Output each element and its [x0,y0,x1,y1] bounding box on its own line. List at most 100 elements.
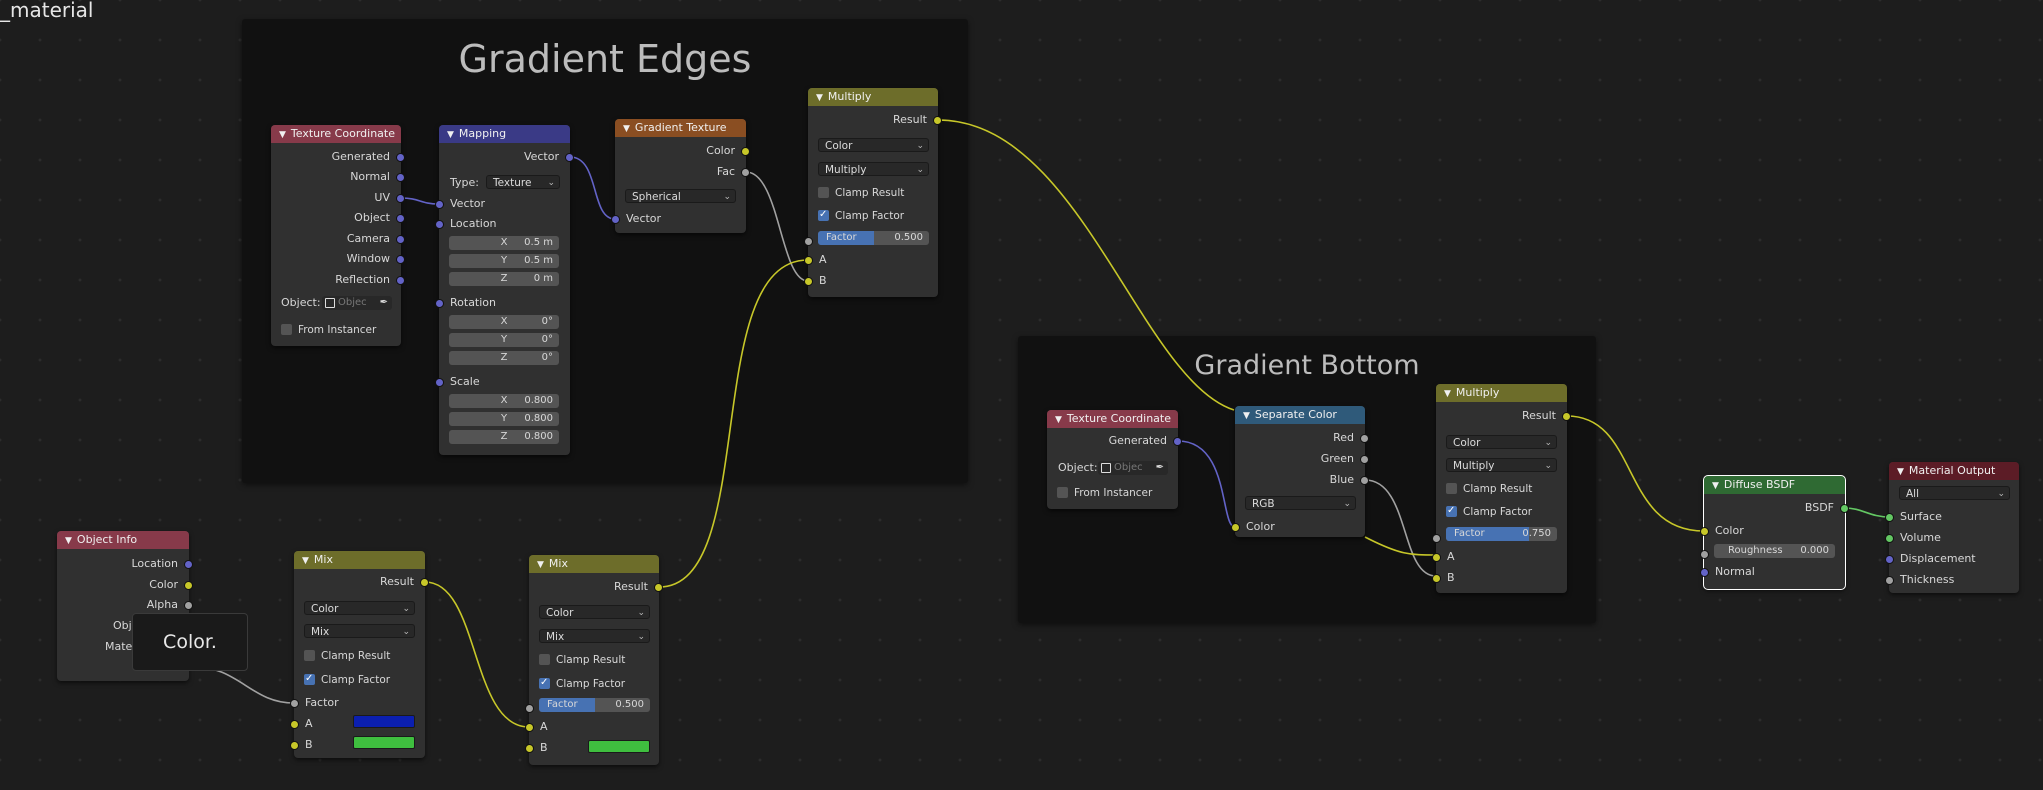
node-multiply[interactable]: ▼ Multiply Result Color ⌄ Multiply ⌄ Clamp … [1432,384,1571,593]
location-y-field[interactable]: Y 0.5 m [449,254,559,268]
node-separate-color[interactable]: ▼ Separate Color Red Green Blue RGB ⌄ Colo… [1231,406,1369,537]
color-a-swatch[interactable] [353,715,415,728]
socket[interactable] [290,720,299,729]
clamp-factor-checkbox[interactable]: Clamp Factor [818,208,904,223]
socket[interactable] [1885,534,1894,543]
socket[interactable] [1700,527,1709,536]
socket[interactable] [804,277,813,286]
clamp-result-checkbox[interactable]: Clamp Result [304,649,390,663]
socket[interactable] [525,723,534,732]
socket[interactable] [184,581,193,590]
eyedropper-icon[interactable]: ✒ [1156,461,1164,475]
target-dropdown[interactable]: All ⌄ [1899,486,2010,500]
color-b-swatch[interactable] [353,736,415,749]
chevron-down-icon[interactable]: ▼ [1712,477,1719,494]
clamp-factor-checkbox[interactable]: Clamp Factor [1446,504,1532,519]
clamp-factor-checkbox[interactable]: Clamp Factor [304,672,390,687]
from-instancer-checkbox[interactable]: From Instancer [281,323,376,337]
socket[interactable] [1885,576,1894,585]
data-type-dropdown[interactable]: Color ⌄ [1446,435,1557,449]
factor-socket[interactable] [1432,534,1441,543]
socket[interactable] [435,200,444,209]
scale-z-field[interactable]: Z 0.800 [449,430,559,444]
factor-slider[interactable]: Factor 0.500 [539,698,650,712]
socket[interactable] [396,173,405,182]
node-header[interactable]: ▼ Multiply [1436,384,1567,402]
socket[interactable] [290,741,299,750]
socket[interactable] [396,255,405,264]
socket[interactable] [804,256,813,265]
roughness-socket[interactable] [1700,550,1709,559]
node-header[interactable]: ▼ Multiply [808,88,938,106]
socket[interactable] [435,378,444,387]
node-header[interactable]: ▼ Texture Coordinate [1047,410,1178,428]
scale-x-field[interactable]: X 0.800 [449,394,559,408]
chevron-down-icon[interactable]: ▼ [1055,411,1062,428]
rotation-z-field[interactable]: Z 0° [449,351,559,365]
socket[interactable] [420,578,429,587]
node-header[interactable]: ▼ Material Output [1889,462,2019,480]
gradient-type-dropdown[interactable]: Spherical ⌄ [625,189,736,203]
node-header[interactable]: ▼ Diffuse BSDF [1704,476,1845,494]
socket[interactable] [396,194,405,203]
socket[interactable] [611,215,620,224]
rotation-x-field[interactable]: X 0° [449,315,559,329]
socket[interactable] [290,699,299,708]
chevron-down-icon[interactable]: ▼ [537,556,544,573]
rotation-y-field[interactable]: Y 0° [449,333,559,347]
blend-mode-dropdown[interactable]: Multiply ⌄ [818,162,929,176]
node-texture-coordinate[interactable]: ▼ Texture Coordinate Generated Normal UV … [271,125,405,346]
blend-mode-dropdown[interactable]: Mix ⌄ [539,629,650,643]
clamp-factor-checkbox[interactable]: Clamp Factor [539,676,625,691]
factor-socket[interactable] [804,237,813,246]
location-x-field[interactable]: X 0.5 m [449,236,559,250]
node-header[interactable]: ▼ Texture Coordinate [271,125,401,143]
socket[interactable] [1562,412,1571,421]
socket[interactable] [1885,513,1894,522]
from-instancer-checkbox[interactable]: From Instancer [1057,486,1152,500]
node-header[interactable]: ▼ Mapping [439,125,570,143]
location-z-field[interactable]: Z0 m [449,272,559,286]
socket[interactable] [435,299,444,308]
chevron-down-icon[interactable]: ▼ [1444,385,1451,402]
socket[interactable] [435,220,444,229]
chevron-down-icon[interactable]: ▼ [447,126,454,143]
node-header[interactable]: ▼ Gradient Texture [615,119,746,137]
chevron-down-icon[interactable]: ▼ [279,126,286,143]
socket[interactable] [741,147,750,156]
clamp-result-checkbox[interactable]: Clamp Result [539,653,625,667]
chevron-down-icon[interactable]: ▼ [65,532,72,549]
clamp-result-checkbox[interactable]: Clamp Result [818,186,904,200]
socket[interactable] [525,744,534,753]
socket[interactable] [654,583,663,592]
chevron-down-icon[interactable]: ▼ [1897,463,1904,480]
object-field[interactable]: Objec ✒ [1098,461,1168,475]
socket[interactable] [1700,568,1709,577]
socket[interactable] [396,276,405,285]
node-header[interactable]: ▼ Separate Color [1235,406,1365,424]
socket[interactable] [1360,455,1369,464]
blend-mode-dropdown[interactable]: Multiply ⌄ [1446,458,1557,472]
node-header[interactable]: ▼ Object Info [57,531,189,549]
data-type-dropdown[interactable]: Color ⌄ [539,605,650,619]
data-type-dropdown[interactable]: Color ⌄ [304,601,415,615]
eyedropper-icon[interactable]: ✒ [380,296,388,310]
factor-socket[interactable] [525,704,534,713]
node-mix[interactable]: ▼ Mix Result Color⌄ Mix⌄ Clamp Result Cla… [290,551,429,758]
chevron-down-icon[interactable]: ▼ [623,120,630,137]
socket[interactable] [933,116,942,125]
socket[interactable] [1360,434,1369,443]
socket[interactable] [396,153,405,162]
node-header[interactable]: ▼ Mix [529,555,659,573]
node-material-output[interactable]: ▼ Material Output All ⌄ Surface Volume Dis… [1885,462,2019,593]
chevron-down-icon[interactable]: ▼ [302,552,309,569]
color-mode-dropdown[interactable]: RGB ⌄ [1245,496,1356,510]
factor-slider[interactable]: Factor 0.500 [818,231,929,245]
scale-y-field[interactable]: Y 0.800 [449,412,559,426]
node-header[interactable]: ▼ Mix [294,551,425,569]
socket[interactable] [184,601,193,610]
color-b-swatch[interactable] [588,740,650,753]
roughness-field[interactable]: Roughness 0.000 [1714,544,1835,558]
socket[interactable] [1885,555,1894,564]
factor-slider[interactable]: Factor 0.750 [1446,527,1557,541]
